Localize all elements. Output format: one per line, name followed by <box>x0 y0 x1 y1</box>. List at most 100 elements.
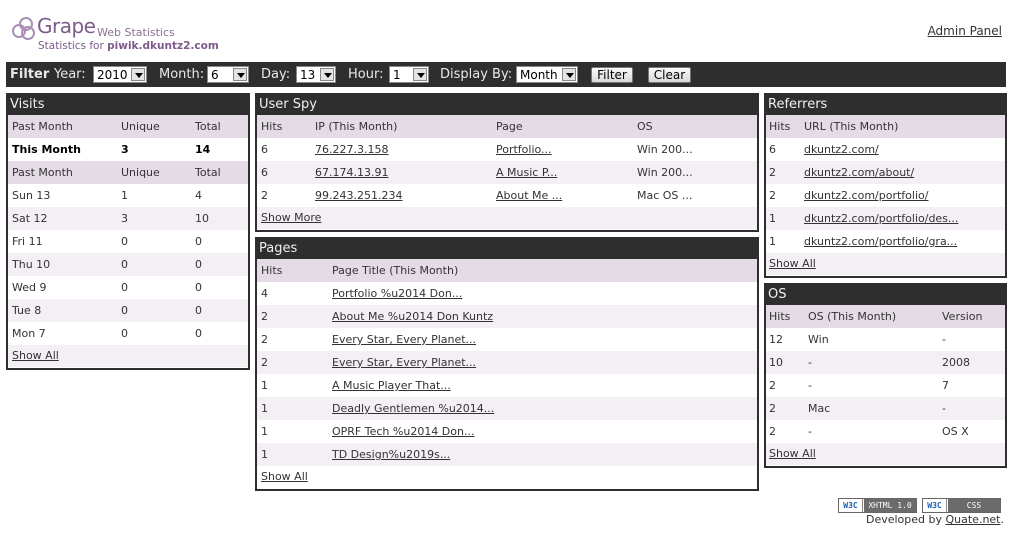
table-cell: Win <box>808 333 829 346</box>
ip-link[interactable]: 99.243.251.234 <box>315 184 402 207</box>
display-by-select-value: Month <box>520 68 558 82</box>
table-cell: Win 200... <box>637 143 693 156</box>
referrer-url-link[interactable]: dkuntz2.com/portfolio/des... <box>804 207 958 230</box>
page-header: Grape Web Statistics Statistics for piwi… <box>0 0 1012 60</box>
page-title-link[interactable]: Every Star, Every Planet... <box>332 328 476 351</box>
panel-title: User Spy <box>257 95 757 115</box>
w3c-logo-icon: W3C <box>839 499 863 512</box>
hour-select[interactable]: 1 <box>389 66 429 83</box>
page-title-link[interactable]: Portfolio %u2014 Don... <box>332 282 462 305</box>
table-cell: - <box>942 402 946 415</box>
ip-link[interactable]: 67.174.13.91 <box>315 161 388 184</box>
table-cell: 0 <box>121 258 128 271</box>
show-more-row: Show More <box>257 207 757 229</box>
column-header: OS (This Month) <box>808 310 897 323</box>
table-cell: 2 <box>769 402 776 415</box>
day-select[interactable]: 13 <box>296 66 336 83</box>
referrer-url-link[interactable]: dkuntz2.com/ <box>804 138 879 161</box>
table-cell: 0 <box>121 281 128 294</box>
page-link[interactable]: About Me ... <box>496 184 562 207</box>
table-cell: Mac OS ... <box>637 189 693 202</box>
table-cell: Mac <box>808 402 831 415</box>
chevron-down-icon <box>233 68 247 81</box>
visits-show-all-link[interactable]: Show All <box>12 349 59 362</box>
table-cell: 2 <box>261 310 268 323</box>
os-show-all-link[interactable]: Show All <box>769 447 816 460</box>
filter-bar: Filter Year: 2010 Month: 6 Day: 13 Hour:… <box>6 62 1006 87</box>
column-header: Past Month <box>12 166 73 179</box>
page-title-link[interactable]: TD Design%u2019s... <box>332 443 450 466</box>
table-cell: 0 <box>121 304 128 317</box>
table-row: Mon 7 0 0 <box>8 322 248 345</box>
page-title-link[interactable]: Every Star, Every Planet... <box>332 351 476 374</box>
page-title-link[interactable]: Deadly Gentlemen %u2014... <box>332 397 494 420</box>
table-row: 1 OPRF Tech %u2014 Don... <box>257 420 757 443</box>
ip-link[interactable]: 76.227.3.158 <box>315 138 388 161</box>
table-row: Fri 11 0 0 <box>8 230 248 253</box>
show-all-row: Show All <box>257 466 757 488</box>
table-row: Wed 9 0 0 <box>8 276 248 299</box>
table-row: 6 76.227.3.158 Portfolio... Win 200... <box>257 138 757 161</box>
column-header: IP (This Month) <box>315 120 398 133</box>
table-cell: 10 <box>769 356 783 369</box>
user-spy-show-more-link[interactable]: Show More <box>261 211 321 224</box>
table-cell: Thu 10 <box>12 258 51 271</box>
referrer-url-link[interactable]: dkuntz2.com/portfolio/ <box>804 184 928 207</box>
referrer-url-link[interactable]: dkuntz2.com/about/ <box>804 161 914 184</box>
table-cell: 4 <box>195 189 202 202</box>
chevron-down-icon <box>320 68 334 81</box>
table-cell: 2008 <box>942 356 970 369</box>
table-cell: 0 <box>121 327 128 340</box>
table-row: Tue 8 0 0 <box>8 299 248 322</box>
table-cell: Tue 8 <box>12 304 42 317</box>
table-row: Thu 10 0 0 <box>8 253 248 276</box>
table-cell: 3 <box>121 143 129 156</box>
column-header: Hits <box>261 264 283 277</box>
column-header: Hits <box>261 120 283 133</box>
month-select[interactable]: 6 <box>207 66 249 83</box>
table-cell: 0 <box>195 281 202 294</box>
page-link[interactable]: A Music P... <box>496 161 557 184</box>
panel-title: Referrers <box>766 95 1005 115</box>
show-all-row: Show All <box>766 253 1005 275</box>
table-row: 2 - OS X <box>766 420 1005 443</box>
page-title-link[interactable]: OPRF Tech %u2014 Don... <box>332 420 474 443</box>
page-title-link[interactable]: About Me %u2014 Don Kuntz <box>332 305 493 328</box>
column-header: Total <box>195 166 221 179</box>
day-select-value: 13 <box>300 68 316 82</box>
column-header: Page Title (This Month) <box>332 264 459 277</box>
display-by-select[interactable]: Month <box>516 66 578 83</box>
css-valid-badge[interactable]: W3C CSS <box>922 498 1001 513</box>
hour-label: Hour: <box>348 67 384 82</box>
table-cell: 2 <box>261 356 268 369</box>
table-cell: 2 <box>769 379 776 392</box>
table-cell: 2 <box>769 189 776 202</box>
column-header: Hits <box>769 310 791 323</box>
table-cell: 1 <box>261 425 268 438</box>
table-cell: Fri 11 <box>12 235 43 248</box>
table-row: 4 Portfolio %u2014 Don... <box>257 282 757 305</box>
table-header: Hits URL (This Month) <box>766 115 1005 138</box>
column-header: Page <box>496 120 523 133</box>
table-cell: Wed 9 <box>12 281 47 294</box>
table-cell: 7 <box>942 379 949 392</box>
admin-panel-link[interactable]: Admin Panel <box>928 24 1002 38</box>
table-header: Hits OS (This Month) Version <box>766 305 1005 328</box>
table-cell: This Month <box>12 143 81 156</box>
table-cell: 2 <box>261 189 268 202</box>
page-link[interactable]: Portfolio... <box>496 138 552 161</box>
xhtml-valid-badge[interactable]: W3C XHTML 1.0 <box>838 498 917 513</box>
table-cell: 14 <box>195 143 211 156</box>
referrers-show-all-link[interactable]: Show All <box>769 257 816 270</box>
year-select[interactable]: 2010 <box>93 66 147 83</box>
developer-link[interactable]: Quate.net <box>946 513 1001 526</box>
table-cell: 0 <box>195 327 202 340</box>
filter-button[interactable]: Filter <box>591 67 633 83</box>
referrer-url-link[interactable]: dkuntz2.com/portfolio/gra... <box>804 230 957 253</box>
user-spy-panel: User Spy Hits IP (This Month) Page OS 6 … <box>255 93 759 232</box>
clear-button[interactable]: Clear <box>648 67 691 83</box>
table-cell: 0 <box>195 235 202 248</box>
filter-title: Filter <box>10 67 50 82</box>
pages-show-all-link[interactable]: Show All <box>261 470 308 483</box>
page-title-link[interactable]: A Music Player That... <box>332 374 451 397</box>
